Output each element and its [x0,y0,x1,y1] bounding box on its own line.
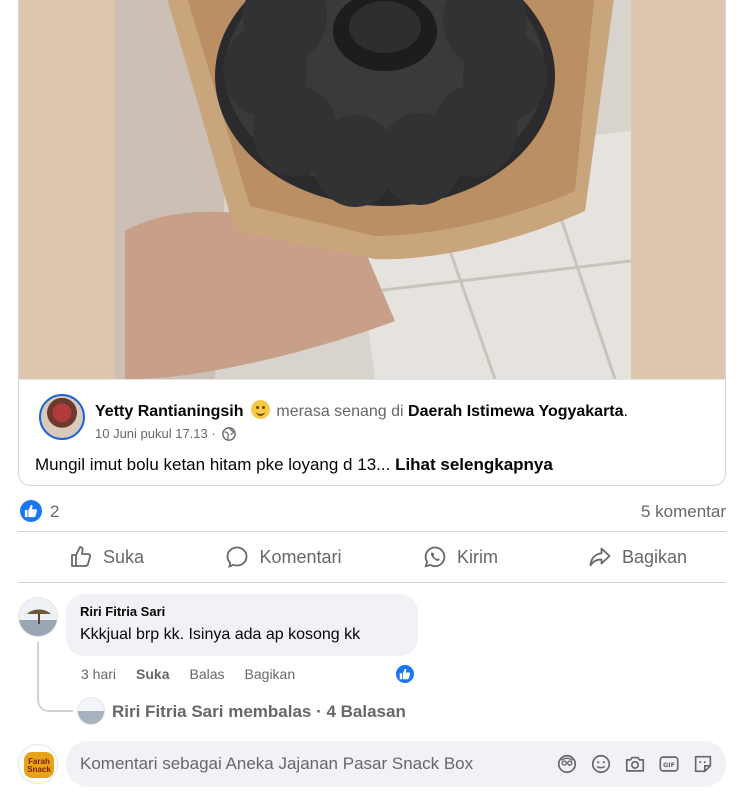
comment-label: Komentari [259,546,342,567]
reply-avatar [77,697,105,725]
post-timestamp[interactable]: 10 Juni pukul 17.13 [95,426,208,441]
like-icon [71,546,92,567]
comment-icon [227,546,248,569]
feeling-text: merasa senang di [276,403,404,420]
logo-text: Farah Snack [27,757,51,774]
author-name[interactable]: Yetty Rantianingsih [95,403,243,420]
share-label: Bagikan [621,546,688,567]
commenter-avatar[interactable] [18,597,58,637]
post-timestamp-line: 10 Juni pukul 17.13 · [95,426,237,442]
comment-time[interactable]: 3 hari [81,666,116,682]
comment-input[interactable] [80,741,540,787]
view-replies-link[interactable]: Riri Fitria Sari membalas · 4 Balasan [112,702,406,722]
post-body: Mungil imut bolu ketan hitam pke loyang … [35,455,391,474]
globe-icon [222,427,237,441]
like-reaction-icon[interactable] [20,500,42,522]
comment-count[interactable]: 5 komentar [641,502,726,522]
share-button[interactable]: Bagikan [549,533,726,581]
svg-text:GIF: GIF [663,761,675,769]
like-count[interactable]: 2 [50,502,59,522]
post-header-line: Yetty Rantianingsih merasa senang di Dae… [95,400,628,422]
shared-post-meta: Yetty Rantianingsih merasa senang di Dae… [19,379,725,485]
avatar-icon [19,598,57,636]
sticker-pack-button[interactable] [692,753,714,775]
avatar-sticker-button[interactable] [556,753,578,775]
current-user-avatar[interactable]: Farah Snack [18,744,58,784]
post-action-bar: Suka Komentari Kirim Bagikan [18,533,726,581]
happy-emoji-icon [250,400,270,419]
post-text: Mungil imut bolu ketan hitam pke loyang … [35,454,553,476]
post-photo-frame[interactable] [19,0,725,379]
send-button[interactable]: Kirim [372,533,549,581]
header-period: . [623,403,628,420]
comment-button[interactable]: Komentari [195,533,372,581]
sticker-icon [557,754,577,774]
shared-post-card[interactable]: Yetty Rantianingsih merasa senang di Dae… [18,0,726,486]
location-link[interactable]: Daerah Istimewa Yogyakarta [408,403,624,420]
comment-composer[interactable]: GIF [66,741,726,787]
divider [18,531,726,532]
gif-icon: GIF [659,756,679,772]
whatsapp-icon [424,546,446,568]
emoji-button[interactable] [590,753,612,775]
sticker-pack-icon [694,755,712,773]
photo-button[interactable] [624,753,646,775]
gif-button[interactable]: GIF [658,753,680,775]
like-button[interactable]: Suka [18,533,195,581]
reply-thread-line [37,642,73,712]
reaction-summary: 2 5 komentar [18,498,726,526]
camera-icon [625,756,645,772]
cake-photo-illustration [115,0,631,379]
author-avatar[interactable] [39,394,85,440]
emoji-icon [591,754,611,774]
comment-like-button[interactable]: Suka [136,666,169,682]
like-label: Suka [102,546,145,567]
page-logo: Farah Snack [24,752,54,778]
comment-bubble[interactable]: Riri Fitria Sari Kkkjual brp kk. Isinya … [66,594,418,656]
comment-text: Kkkjual brp kk. Isinya ada ap kosong kk [80,626,361,643]
timestamp-separator: · [211,426,216,441]
see-more-link[interactable]: Lihat selengkapnya [395,455,553,474]
comment-author[interactable]: Riri Fitria Sari [80,604,404,620]
comment-actions: 3 hari Suka Balas Bagikan [81,666,295,682]
share-icon [589,547,611,567]
divider [18,582,726,583]
composer-tools: GIF [556,753,714,775]
send-label: Kirim [457,546,498,567]
comment-like-reaction-icon[interactable] [394,663,416,685]
post-photo[interactable] [115,0,631,379]
comment-reply-button[interactable]: Balas [190,666,225,682]
comment-share-button[interactable]: Bagikan [245,666,296,682]
